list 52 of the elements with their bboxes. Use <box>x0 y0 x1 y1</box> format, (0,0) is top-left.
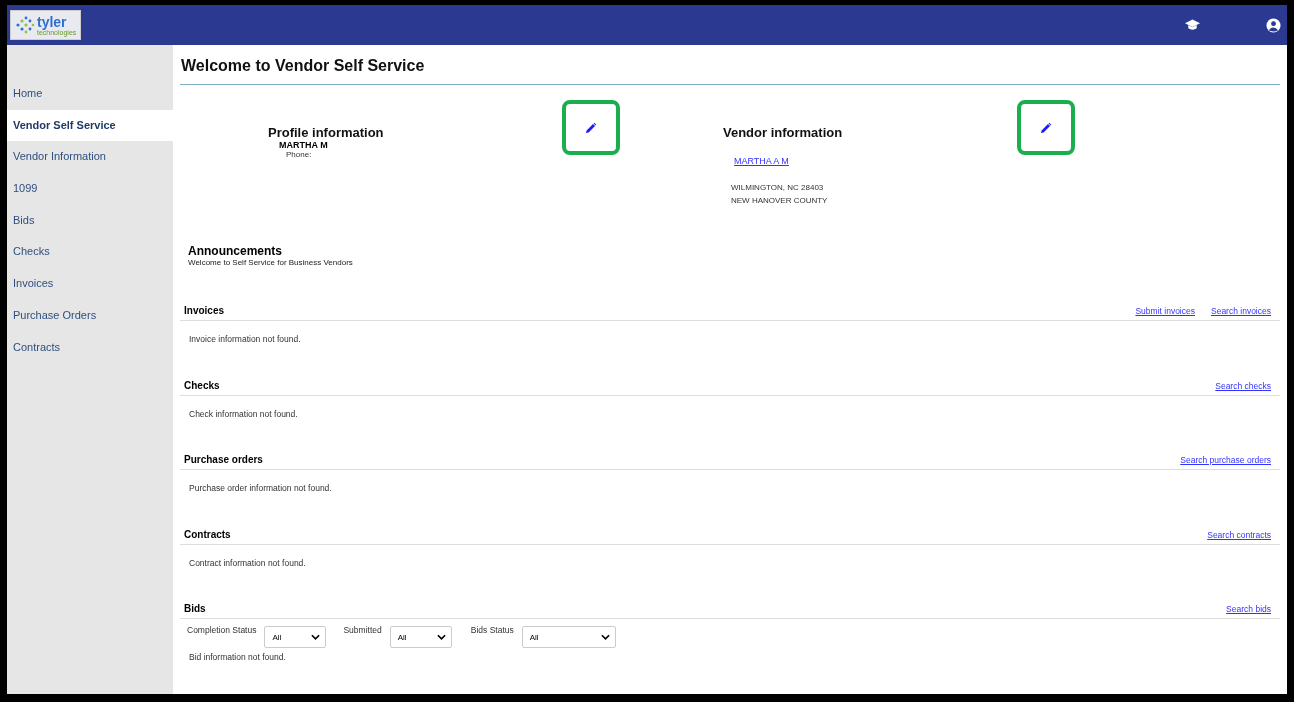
sidebar-item[interactable]: Purchase Orders <box>7 299 173 332</box>
edit-button[interactable] <box>1017 100 1075 155</box>
section-heading: Bids <box>184 603 206 614</box>
sidebar-item[interactable]: Checks <box>7 236 173 269</box>
sidebar-item[interactable]: Home <box>7 78 173 110</box>
filter-dropdown[interactable]: All <box>389 626 452 648</box>
section-link[interactable]: Search checks <box>1215 380 1271 391</box>
graduation-cap-icon[interactable] <box>1185 19 1200 31</box>
filter-label: Bids Status <box>470 625 514 635</box>
dots-logo-icon <box>15 16 35 34</box>
empty-message: Purchase order information not found. <box>188 482 333 493</box>
filter-label: Completion Status <box>187 625 257 635</box>
chevron-down-icon <box>436 634 446 640</box>
section-heading: Purchase orders <box>184 454 263 465</box>
phone-label: Phone: <box>286 150 312 159</box>
filter-label: Submitted <box>343 625 382 635</box>
section-link[interactable]: Search bids <box>1226 604 1271 614</box>
profile-name: MARTHA M <box>279 140 328 150</box>
pencil-icon <box>586 122 596 133</box>
sidebar-item[interactable]: Vendor Information <box>7 141 173 174</box>
announcement-text: Welcome to Self Service for Business Vendors <box>188 258 354 267</box>
empty-message: Invoice information not found. <box>188 333 302 344</box>
empty-message: Bid information not found. <box>188 651 287 662</box>
user-account-icon[interactable] <box>1266 17 1281 33</box>
sidebar-item[interactable]: Bids <box>7 204 173 237</box>
sidebar-item[interactable]: 1099 <box>7 173 173 205</box>
announcements-heading: Announcements <box>188 244 283 258</box>
address-line: NEW HANOVER COUNTY <box>731 195 828 207</box>
page-title: Welcome to Vendor Self Service <box>180 45 1280 85</box>
chevron-down-icon <box>311 634 321 640</box>
section-heading: Contracts <box>184 528 231 540</box>
sidebar-item[interactable]: Invoices <box>7 268 173 300</box>
card-title: Vendor information <box>723 125 843 140</box>
empty-message: Contract information not found. <box>188 556 307 568</box>
section-link[interactable]: Search purchase orders <box>1180 455 1271 465</box>
sidebar-item[interactable]: Vendor Self Service <box>7 109 173 142</box>
sidebar-item[interactable]: Contracts <box>7 331 173 364</box>
section-heading: Invoices <box>184 305 225 316</box>
section-link[interactable]: Search contracts <box>1207 529 1271 540</box>
filter-dropdown[interactable]: All <box>521 626 616 648</box>
filter-dropdown[interactable]: All <box>264 626 327 648</box>
card-title: Profile information <box>268 125 384 140</box>
empty-message: Check information not found. <box>188 407 299 419</box>
section-heading: Checks <box>184 379 220 391</box>
address-line: WILMINGTON, NC 28403 <box>731 182 825 194</box>
pencil-icon <box>1041 122 1051 133</box>
vendor-name-link[interactable]: MARTHA A M <box>734 156 789 166</box>
section-link[interactable]: Search invoices <box>1211 306 1271 316</box>
section-link[interactable]: Submit invoices <box>1135 306 1195 316</box>
edit-button[interactable] <box>562 100 620 155</box>
logo-text: tyler <box>37 14 68 29</box>
chevron-down-icon <box>600 634 610 640</box>
